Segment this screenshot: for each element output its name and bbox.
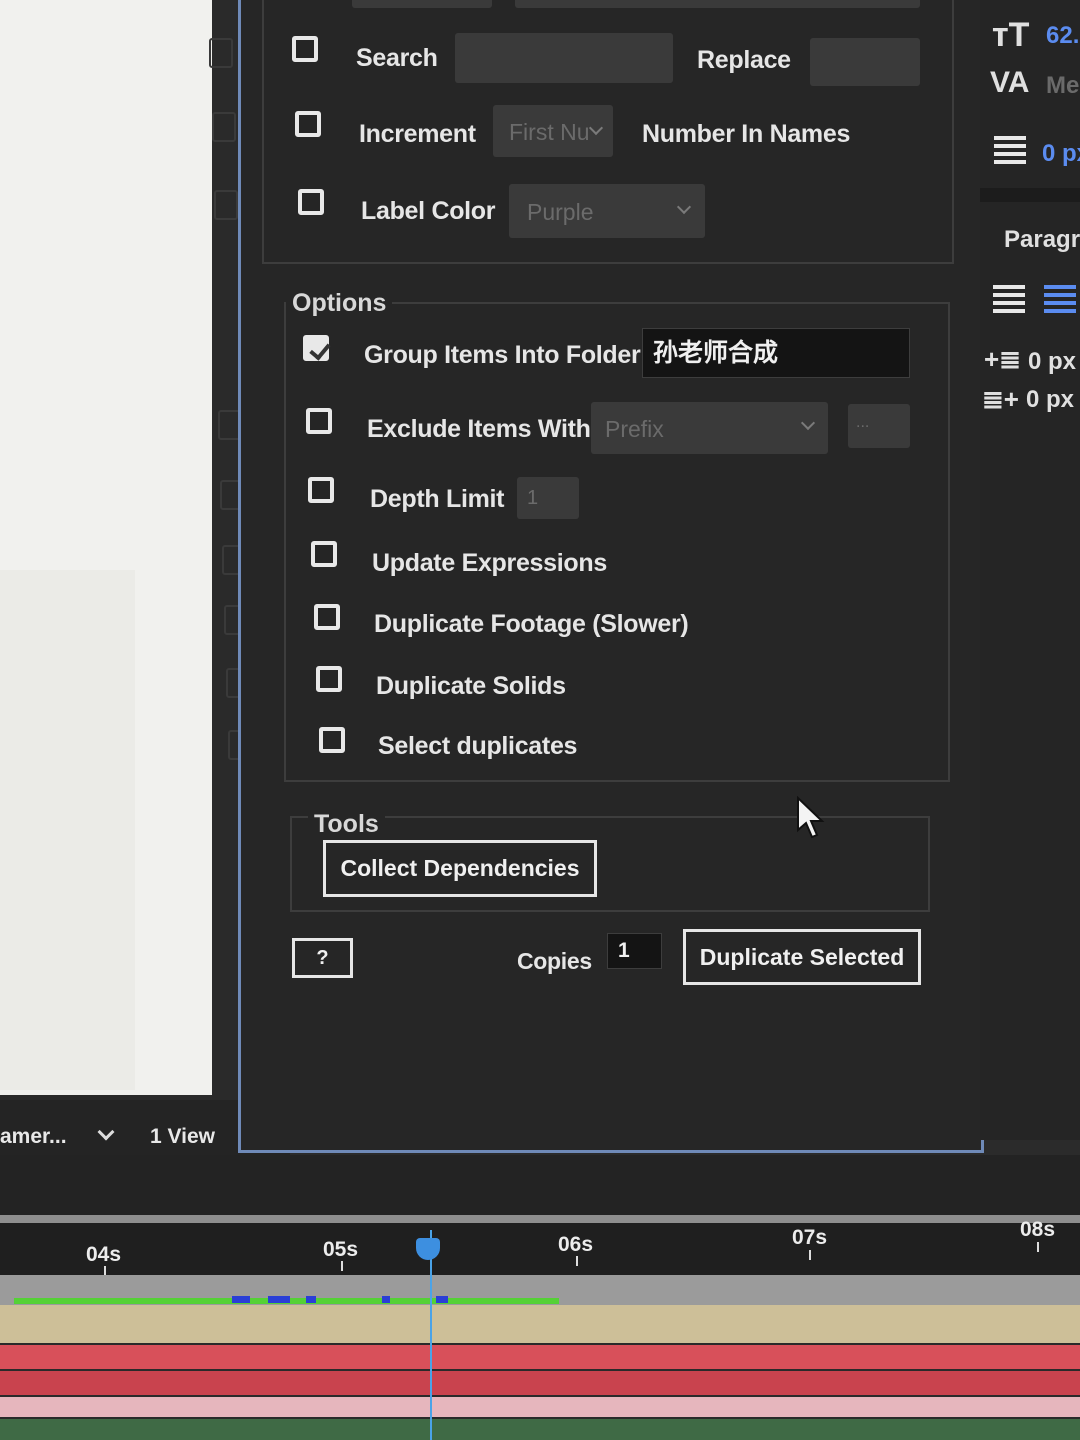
depth-limit-value: 1 — [527, 487, 539, 509]
chevron-down-icon — [588, 120, 604, 136]
track-separator — [0, 1343, 1080, 1345]
character-panel — [980, 0, 1080, 1140]
font-size-icon: тT — [992, 16, 1030, 54]
replace-label: Replace — [697, 46, 791, 74]
time-tick: 06s — [558, 1233, 594, 1256]
camera-dropdown[interactable]: amer... — [0, 1123, 115, 1149]
label-color-dropdown[interactable]: Purple — [509, 184, 705, 238]
time-tick: 04s — [86, 1243, 122, 1266]
tools-title: Tools — [308, 810, 385, 839]
depth-limit-label: Depth Limit — [370, 485, 505, 513]
layer-bar[interactable] — [0, 1395, 1080, 1417]
indent-left-icon: +≣ — [984, 344, 1021, 374]
layer-bar[interactable] — [0, 1417, 1080, 1440]
folder-name-input[interactable]: 孙老师合成 — [642, 328, 910, 378]
cache-gap — [268, 1296, 290, 1303]
increment-mode-dropdown[interactable]: First Nu — [493, 105, 613, 157]
top-field[interactable] — [515, 0, 920, 8]
update-expressions-checkbox[interactable] — [311, 541, 337, 567]
update-expressions-label: Update Expressions — [372, 549, 607, 577]
cache-gap — [382, 1296, 390, 1303]
playhead-line — [430, 1230, 432, 1440]
chevron-down-icon — [676, 199, 692, 215]
stroke-width-value[interactable]: 0 px — [1042, 140, 1080, 168]
cache-gap — [232, 1296, 250, 1303]
camera-dropdown-label: amer... — [0, 1125, 67, 1148]
depth-limit-input[interactable]: 1 — [517, 477, 579, 519]
cache-gap — [436, 1296, 448, 1303]
ghost-checkbox — [212, 112, 236, 142]
exclude-pattern-button[interactable]: ... — [848, 404, 910, 448]
time-tick: 08s — [1020, 1218, 1056, 1241]
top-field[interactable] — [352, 0, 492, 8]
chevron-down-icon — [800, 415, 816, 431]
timeline-header — [0, 1155, 1080, 1215]
time-tick: 07s — [792, 1226, 828, 1249]
duplicate-solids-checkbox[interactable] — [316, 666, 342, 692]
label-color-label: Label Color — [361, 197, 496, 225]
increment-label: Increment — [359, 120, 476, 148]
time-tick: 05s — [323, 1238, 359, 1261]
layer-bar[interactable] — [0, 1305, 1080, 1343]
increment-mode-value: First Nu — [509, 119, 590, 145]
indent-left-value[interactable]: 0 px — [1028, 348, 1076, 376]
tick-mark — [576, 1256, 578, 1266]
copies-label: Copies — [517, 948, 592, 974]
mouse-cursor-icon — [797, 796, 825, 839]
select-duplicates-checkbox[interactable] — [319, 727, 345, 753]
composition-frame — [0, 570, 135, 1090]
indent-right-icon: ≣+ — [982, 384, 1019, 414]
indent-right-value[interactable]: 0 px — [1026, 386, 1074, 414]
search-input[interactable] — [455, 33, 673, 83]
align-center-icon[interactable] — [1044, 285, 1076, 317]
search-checkbox[interactable] — [292, 36, 318, 62]
exclude-items-checkbox[interactable] — [306, 408, 332, 434]
increment-checkbox[interactable] — [295, 111, 321, 137]
exclude-items-label: Exclude Items With — [367, 415, 591, 443]
layer-bar[interactable] — [0, 1369, 1080, 1395]
font-size-value[interactable]: 62. — [1046, 22, 1079, 50]
group-into-folder-checkbox[interactable] — [303, 335, 329, 361]
tick-mark — [1037, 1242, 1039, 1252]
replace-input[interactable] — [810, 38, 920, 86]
track-separator — [0, 1417, 1080, 1419]
select-duplicates-label: Select duplicates — [378, 732, 578, 760]
tick-mark — [341, 1261, 343, 1271]
view-layout-label: 1 View — [150, 1125, 215, 1148]
depth-limit-checkbox[interactable] — [308, 477, 334, 503]
duplicate-solids-label: Duplicate Solids — [376, 672, 566, 700]
number-in-names-label: Number In Names — [642, 120, 851, 148]
chevron-down-icon — [97, 1123, 115, 1141]
help-button[interactable]: ? — [292, 938, 353, 978]
stroke-width-number: 0 px — [1042, 140, 1080, 167]
time-ruler[interactable] — [0, 1215, 1080, 1275]
collect-dependencies-button[interactable]: Collect Dependencies — [323, 840, 597, 897]
tick-mark — [809, 1250, 811, 1260]
kerning-icon: VA — [990, 66, 1030, 99]
stroke-width-icon — [994, 136, 1026, 168]
layer-bar[interactable] — [0, 1343, 1080, 1369]
paragraph-panel-title: Paragra — [1004, 226, 1080, 253]
label-color-value: Purple — [527, 199, 594, 225]
exclude-pattern-label: ... — [856, 414, 870, 431]
label-color-checkbox[interactable] — [298, 189, 324, 215]
track-separator — [0, 1395, 1080, 1397]
cache-gap — [306, 1296, 316, 1303]
group-into-folder-label: Group Items Into Folder — [364, 341, 641, 369]
duplicate-footage-checkbox[interactable] — [314, 604, 340, 630]
kerning-value[interactable]: Me — [1046, 72, 1079, 100]
align-left-icon[interactable] — [993, 285, 1025, 317]
options-title: Options — [286, 289, 393, 318]
exclude-mode-dropdown[interactable]: Prefix — [591, 402, 828, 454]
duplicate-selected-button[interactable]: Duplicate Selected — [683, 929, 921, 985]
search-label: Search — [356, 44, 438, 72]
track-separator — [0, 1369, 1080, 1371]
duplicate-footage-label: Duplicate Footage (Slower) — [374, 610, 689, 638]
copies-input[interactable]: 1 — [607, 933, 662, 969]
ghost-checkbox — [214, 190, 238, 220]
exclude-mode-value: Prefix — [605, 416, 664, 442]
panel-divider — [980, 188, 1080, 202]
ghost-checkbox — [209, 38, 233, 68]
